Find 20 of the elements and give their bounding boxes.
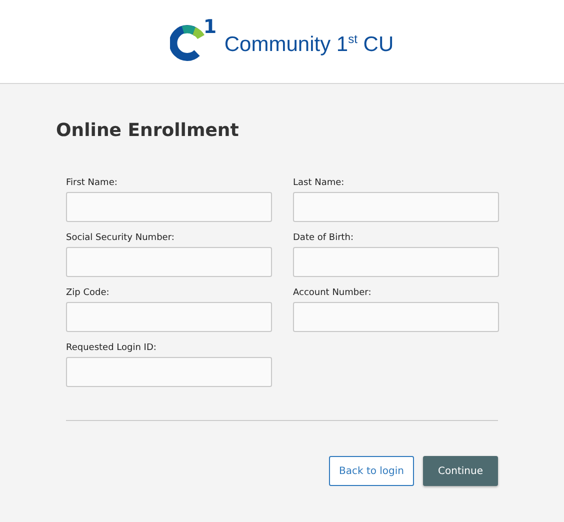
input-field[interactable] [293, 302, 499, 332]
field-label: Account Number: [293, 288, 372, 298]
continue-button[interactable]: Continue [423, 456, 498, 486]
field-label: Social Security Number: [66, 233, 176, 243]
field-label: First Name: [66, 178, 118, 188]
brand-name: Community 1$^{st}$ CU [224, 32, 394, 57]
input-field[interactable] [66, 192, 272, 222]
field-label: Zip Code: [66, 288, 110, 298]
field-label: Date of Birth: [293, 233, 355, 243]
input-field[interactable] [293, 192, 499, 222]
page-title: Online Enrollment [56, 120, 240, 141]
input-field[interactable] [66, 357, 272, 387]
input-field[interactable] [293, 247, 499, 277]
logo-ring-icon [170, 24, 206, 60]
back-button[interactable]: Back to login [328, 456, 414, 486]
logo-mark: 1 [203, 16, 217, 38]
field-label: Last Name: [293, 178, 346, 188]
field-label: Requested Login ID: [66, 343, 158, 353]
input-field[interactable] [66, 302, 272, 332]
input-field[interactable] [66, 247, 272, 277]
